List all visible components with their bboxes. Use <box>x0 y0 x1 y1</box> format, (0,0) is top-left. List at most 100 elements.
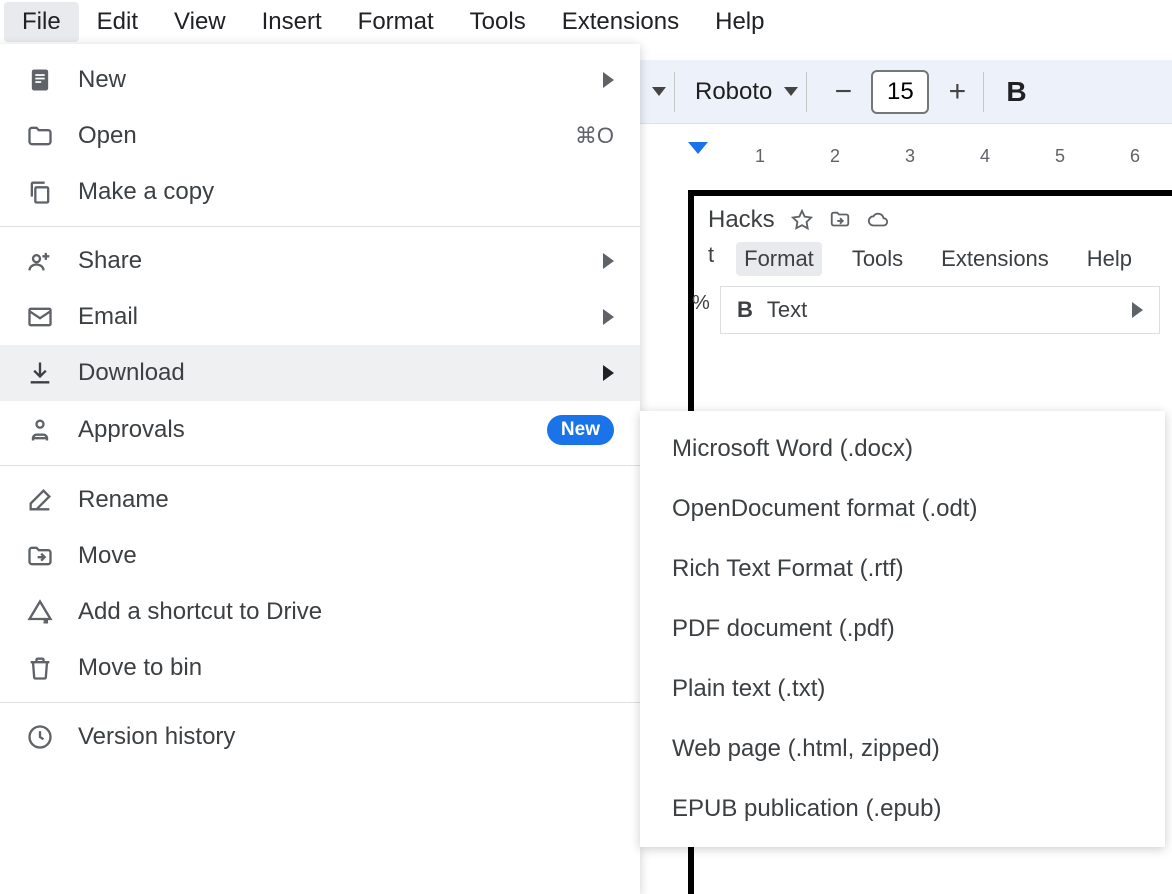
file-email[interactable]: Email <box>0 289 640 345</box>
file-approvals-label: Approvals <box>78 416 185 444</box>
menu-file[interactable]: File <box>4 2 79 42</box>
bold-icon: B <box>737 297 753 323</box>
file-download-label: Download <box>78 359 185 387</box>
submenu-arrow-icon <box>1132 302 1143 318</box>
file-bin-label: Move to bin <box>78 654 202 682</box>
menu-extensions[interactable]: Extensions <box>544 2 697 42</box>
submenu-arrow-icon <box>603 253 614 269</box>
approvals-icon <box>26 416 54 444</box>
file-move[interactable]: Move <box>0 528 640 584</box>
download-option-label: Plain text (.txt) <box>672 675 825 703</box>
submenu-arrow-icon <box>603 309 614 325</box>
font-size-group: − + <box>806 72 975 112</box>
file-new[interactable]: New <box>0 52 640 108</box>
menu-separator <box>0 465 640 466</box>
menu-tools[interactable]: Tools <box>452 2 544 42</box>
menu-view[interactable]: View <box>156 2 244 42</box>
ruler-tick: 4 <box>980 146 990 167</box>
font-name: Roboto <box>695 78 772 106</box>
embedded-menubar: t Format Tools Extensions Help <box>704 242 1172 276</box>
cloud-status-icon[interactable] <box>867 209 889 231</box>
drive-shortcut-icon <box>26 598 54 626</box>
share-icon <box>26 247 54 275</box>
embedded-menu-extensions[interactable]: Extensions <box>933 242 1057 276</box>
ruler-tick: 6 <box>1130 146 1140 167</box>
download-option-label: Web page (.html, zipped) <box>672 735 940 763</box>
increase-font-size-button[interactable]: + <box>939 74 975 110</box>
file-approvals[interactable]: Approvals New <box>0 401 640 459</box>
font-dropdown-caret-icon <box>784 87 798 96</box>
file-rename[interactable]: Rename <box>0 472 640 528</box>
ruler[interactable]: 1 2 3 4 5 6 <box>640 140 1172 176</box>
zoom-percent-fragment: % <box>692 292 710 315</box>
download-option-label: Rich Text Format (.rtf) <box>672 555 904 583</box>
file-share[interactable]: Share <box>0 233 640 289</box>
star-icon[interactable] <box>791 209 813 231</box>
download-option-label: PDF document (.pdf) <box>672 615 895 643</box>
decrease-font-size-button[interactable]: − <box>825 74 861 110</box>
move-icon <box>26 542 54 570</box>
indent-marker-icon[interactable] <box>688 142 708 154</box>
menu-separator <box>0 702 640 703</box>
embedded-submenu-text[interactable]: Text <box>767 297 807 323</box>
menu-separator <box>0 226 640 227</box>
embedded-menu-fragment: t <box>708 242 714 276</box>
download-rtf[interactable]: Rich Text Format (.rtf) <box>640 539 1165 599</box>
file-add-shortcut[interactable]: Add a shortcut to Drive <box>0 584 640 640</box>
download-epub[interactable]: EPUB publication (.epub) <box>640 779 1165 839</box>
menu-insert[interactable]: Insert <box>244 2 340 42</box>
rename-icon <box>26 486 54 514</box>
ruler-tick: 2 <box>830 146 840 167</box>
file-move-label: Move <box>78 542 137 570</box>
toolbar: Roboto − + B <box>640 60 1172 124</box>
download-html[interactable]: Web page (.html, zipped) <box>640 719 1165 779</box>
ruler-tick: 1 <box>755 146 765 167</box>
menu-format[interactable]: Format <box>340 2 452 42</box>
submenu-arrow-icon <box>603 72 614 88</box>
embedded-doc-header: Hacks <box>704 206 1172 234</box>
file-move-to-bin[interactable]: Move to bin <box>0 640 640 696</box>
document-icon <box>26 66 54 94</box>
download-pdf[interactable]: PDF document (.pdf) <box>640 599 1165 659</box>
file-version-history[interactable]: Version history <box>0 709 640 765</box>
ruler-tick: 5 <box>1055 146 1065 167</box>
font-selector[interactable]: Roboto <box>674 72 798 112</box>
download-submenu: Microsoft Word (.docx) OpenDocument form… <box>640 411 1165 847</box>
menubar: File Edit View Insert Format Tools Exten… <box>0 0 1172 44</box>
download-odt[interactable]: OpenDocument format (.odt) <box>640 479 1165 539</box>
embedded-doc-title: Hacks <box>708 206 775 234</box>
embedded-menu-help[interactable]: Help <box>1079 242 1140 276</box>
menu-help[interactable]: Help <box>697 2 782 42</box>
file-open[interactable]: Open ⌘O <box>0 108 640 164</box>
file-download[interactable]: Download <box>0 345 640 401</box>
download-option-label: EPUB publication (.epub) <box>672 795 941 823</box>
file-dropdown: New Open ⌘O Make a copy Share Email <box>0 44 640 894</box>
styles-dropdown-caret-icon[interactable] <box>652 87 666 96</box>
trash-icon <box>26 654 54 682</box>
file-copy-label: Make a copy <box>78 178 214 206</box>
download-option-label: OpenDocument format (.odt) <box>672 495 977 523</box>
email-icon <box>26 303 54 331</box>
file-open-shortcut: ⌘O <box>575 123 614 149</box>
download-option-label: Microsoft Word (.docx) <box>672 435 913 463</box>
history-icon <box>26 723 54 751</box>
font-size-input[interactable] <box>871 70 929 114</box>
menu-edit[interactable]: Edit <box>79 2 156 42</box>
bold-button[interactable]: B <box>1006 76 1026 108</box>
file-make-copy[interactable]: Make a copy <box>0 164 640 220</box>
file-open-label: Open <box>78 122 137 150</box>
move-folder-icon[interactable] <box>829 209 851 231</box>
download-docx[interactable]: Microsoft Word (.docx) <box>640 419 1165 479</box>
embedded-menu-tools[interactable]: Tools <box>844 242 911 276</box>
file-shortcut-label: Add a shortcut to Drive <box>78 598 322 626</box>
embedded-format-submenu: B Text <box>720 286 1160 334</box>
download-txt[interactable]: Plain text (.txt) <box>640 659 1165 719</box>
file-new-label: New <box>78 66 126 94</box>
file-rename-label: Rename <box>78 486 169 514</box>
embedded-menu-format[interactable]: Format <box>736 242 822 276</box>
new-badge: New <box>547 415 614 445</box>
file-share-label: Share <box>78 247 142 275</box>
copy-icon <box>26 178 54 206</box>
submenu-arrow-icon <box>603 365 614 381</box>
file-version-label: Version history <box>78 723 235 751</box>
